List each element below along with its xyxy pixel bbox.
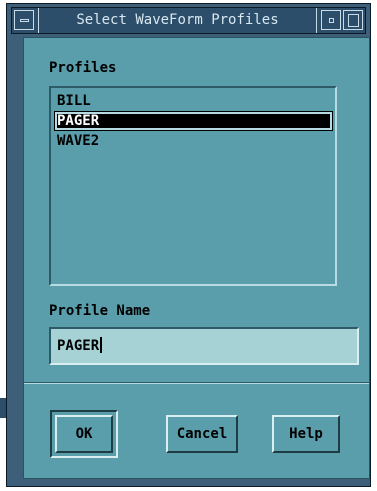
help-button[interactable]: Help bbox=[272, 415, 340, 453]
window-menu-button[interactable] bbox=[14, 10, 34, 30]
maximize-button[interactable] bbox=[343, 10, 363, 30]
text-cursor bbox=[100, 337, 103, 353]
profile-name-field[interactable]: PAGER bbox=[49, 327, 359, 365]
list-item-selected[interactable]: PAGER bbox=[54, 111, 333, 131]
dialog-window: Select WaveForm Profiles Profiles BILL P… bbox=[0, 0, 377, 491]
minimize-icon bbox=[329, 18, 334, 23]
cancel-button[interactable]: Cancel bbox=[166, 415, 238, 453]
profile-name-text: PAGER bbox=[57, 338, 100, 354]
maximize-icon bbox=[348, 14, 359, 27]
list-item[interactable]: BILL bbox=[54, 91, 333, 111]
profile-name-value: PAGER bbox=[57, 329, 103, 363]
ok-button[interactable]: OK bbox=[55, 415, 113, 453]
profiles-label: Profiles bbox=[49, 60, 117, 76]
minimize-button[interactable] bbox=[321, 10, 341, 30]
separator bbox=[24, 382, 369, 384]
profile-name-label: Profile Name bbox=[49, 303, 151, 319]
profiles-list[interactable]: BILL PAGER WAVE2 bbox=[49, 86, 337, 286]
list-item[interactable]: WAVE2 bbox=[54, 131, 333, 151]
window-menu-icon bbox=[20, 19, 29, 22]
dialog-client-area: Profiles BILL PAGER WAVE2 Profile Name P… bbox=[23, 37, 370, 479]
window-frame[interactable]: Select WaveForm Profiles Profiles BILL P… bbox=[6, 3, 371, 487]
window-edge-stub bbox=[0, 398, 6, 418]
window-title: Select WaveForm Profiles bbox=[38, 8, 317, 33]
title-bar[interactable]: Select WaveForm Profiles bbox=[11, 7, 366, 34]
